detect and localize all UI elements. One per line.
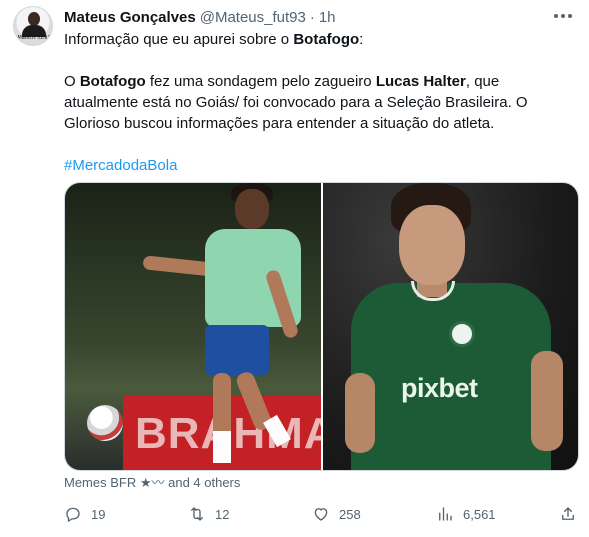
text-fragment: O (64, 73, 80, 90)
avatar-label: Mateus fut93 (17, 35, 51, 41)
sponsor-text: pixbet (401, 373, 478, 403)
tweet[interactable]: Mateus fut93 Mateus Gonçalves @Mateus_fu… (0, 0, 589, 537)
retweet-icon (191, 507, 203, 521)
like-icon (314, 508, 328, 521)
share-button[interactable] (559, 503, 577, 525)
football (87, 405, 123, 441)
tweet-paragraph-2: O Botafogo fez uma sondagem pelo zagueir… (64, 71, 564, 134)
reply-button[interactable]: 19 (64, 503, 105, 525)
separator: · (309, 8, 315, 26)
author-name[interactable]: Mateus Gonçalves (64, 9, 196, 26)
views-icon (439, 507, 452, 521)
reply-icon (66, 507, 80, 522)
text-fragment: Informação que eu apurei sobre o (64, 31, 294, 48)
tweet-header: Mateus Gonçalves @Mateus_fut93 · 1h (64, 7, 336, 27)
retweet-button[interactable]: 12 (188, 503, 229, 525)
club-crest (449, 321, 475, 347)
views-button[interactable]: 6,561 (436, 503, 496, 525)
text-fragment: : (359, 31, 364, 48)
retweet-count: 12 (215, 506, 230, 522)
bold-player-name: Lucas Halter (375, 73, 466, 90)
text-fragment: fez uma sondagem pelo zagueiro (145, 73, 376, 90)
more-icon[interactable] (551, 6, 575, 26)
media-grid: BRAHMA pixbet (64, 182, 579, 471)
avatar[interactable]: Mateus fut93 (13, 6, 53, 46)
bold-botafogo: Botafogo (293, 31, 360, 48)
hashtag-link[interactable]: #MercadodaBola (64, 157, 177, 174)
share-icon (562, 507, 574, 520)
photo-portrait[interactable]: pixbet (323, 183, 578, 470)
views-count: 6,561 (463, 506, 496, 522)
tweet-time[interactable]: 1h (319, 9, 336, 26)
avatar-face (28, 12, 40, 26)
like-count: 258 (339, 506, 361, 522)
photo-training[interactable]: BRAHMA (65, 183, 321, 470)
tweet-line-1: Informação que eu apurei sobre o Botafog… (64, 29, 564, 50)
liked-by[interactable]: Memes BFR ★〰 and 4 others (64, 475, 240, 491)
reply-count: 19 (91, 506, 106, 522)
author-handle[interactable]: @Mateus_fut93 (200, 9, 306, 26)
action-bar: 19 12 258 6,561 (64, 503, 579, 525)
like-button[interactable]: 258 (312, 503, 361, 525)
bold-botafogo: Botafogo (79, 73, 146, 90)
tweet-text: Informação que eu apurei sobre o Botafog… (64, 29, 564, 176)
